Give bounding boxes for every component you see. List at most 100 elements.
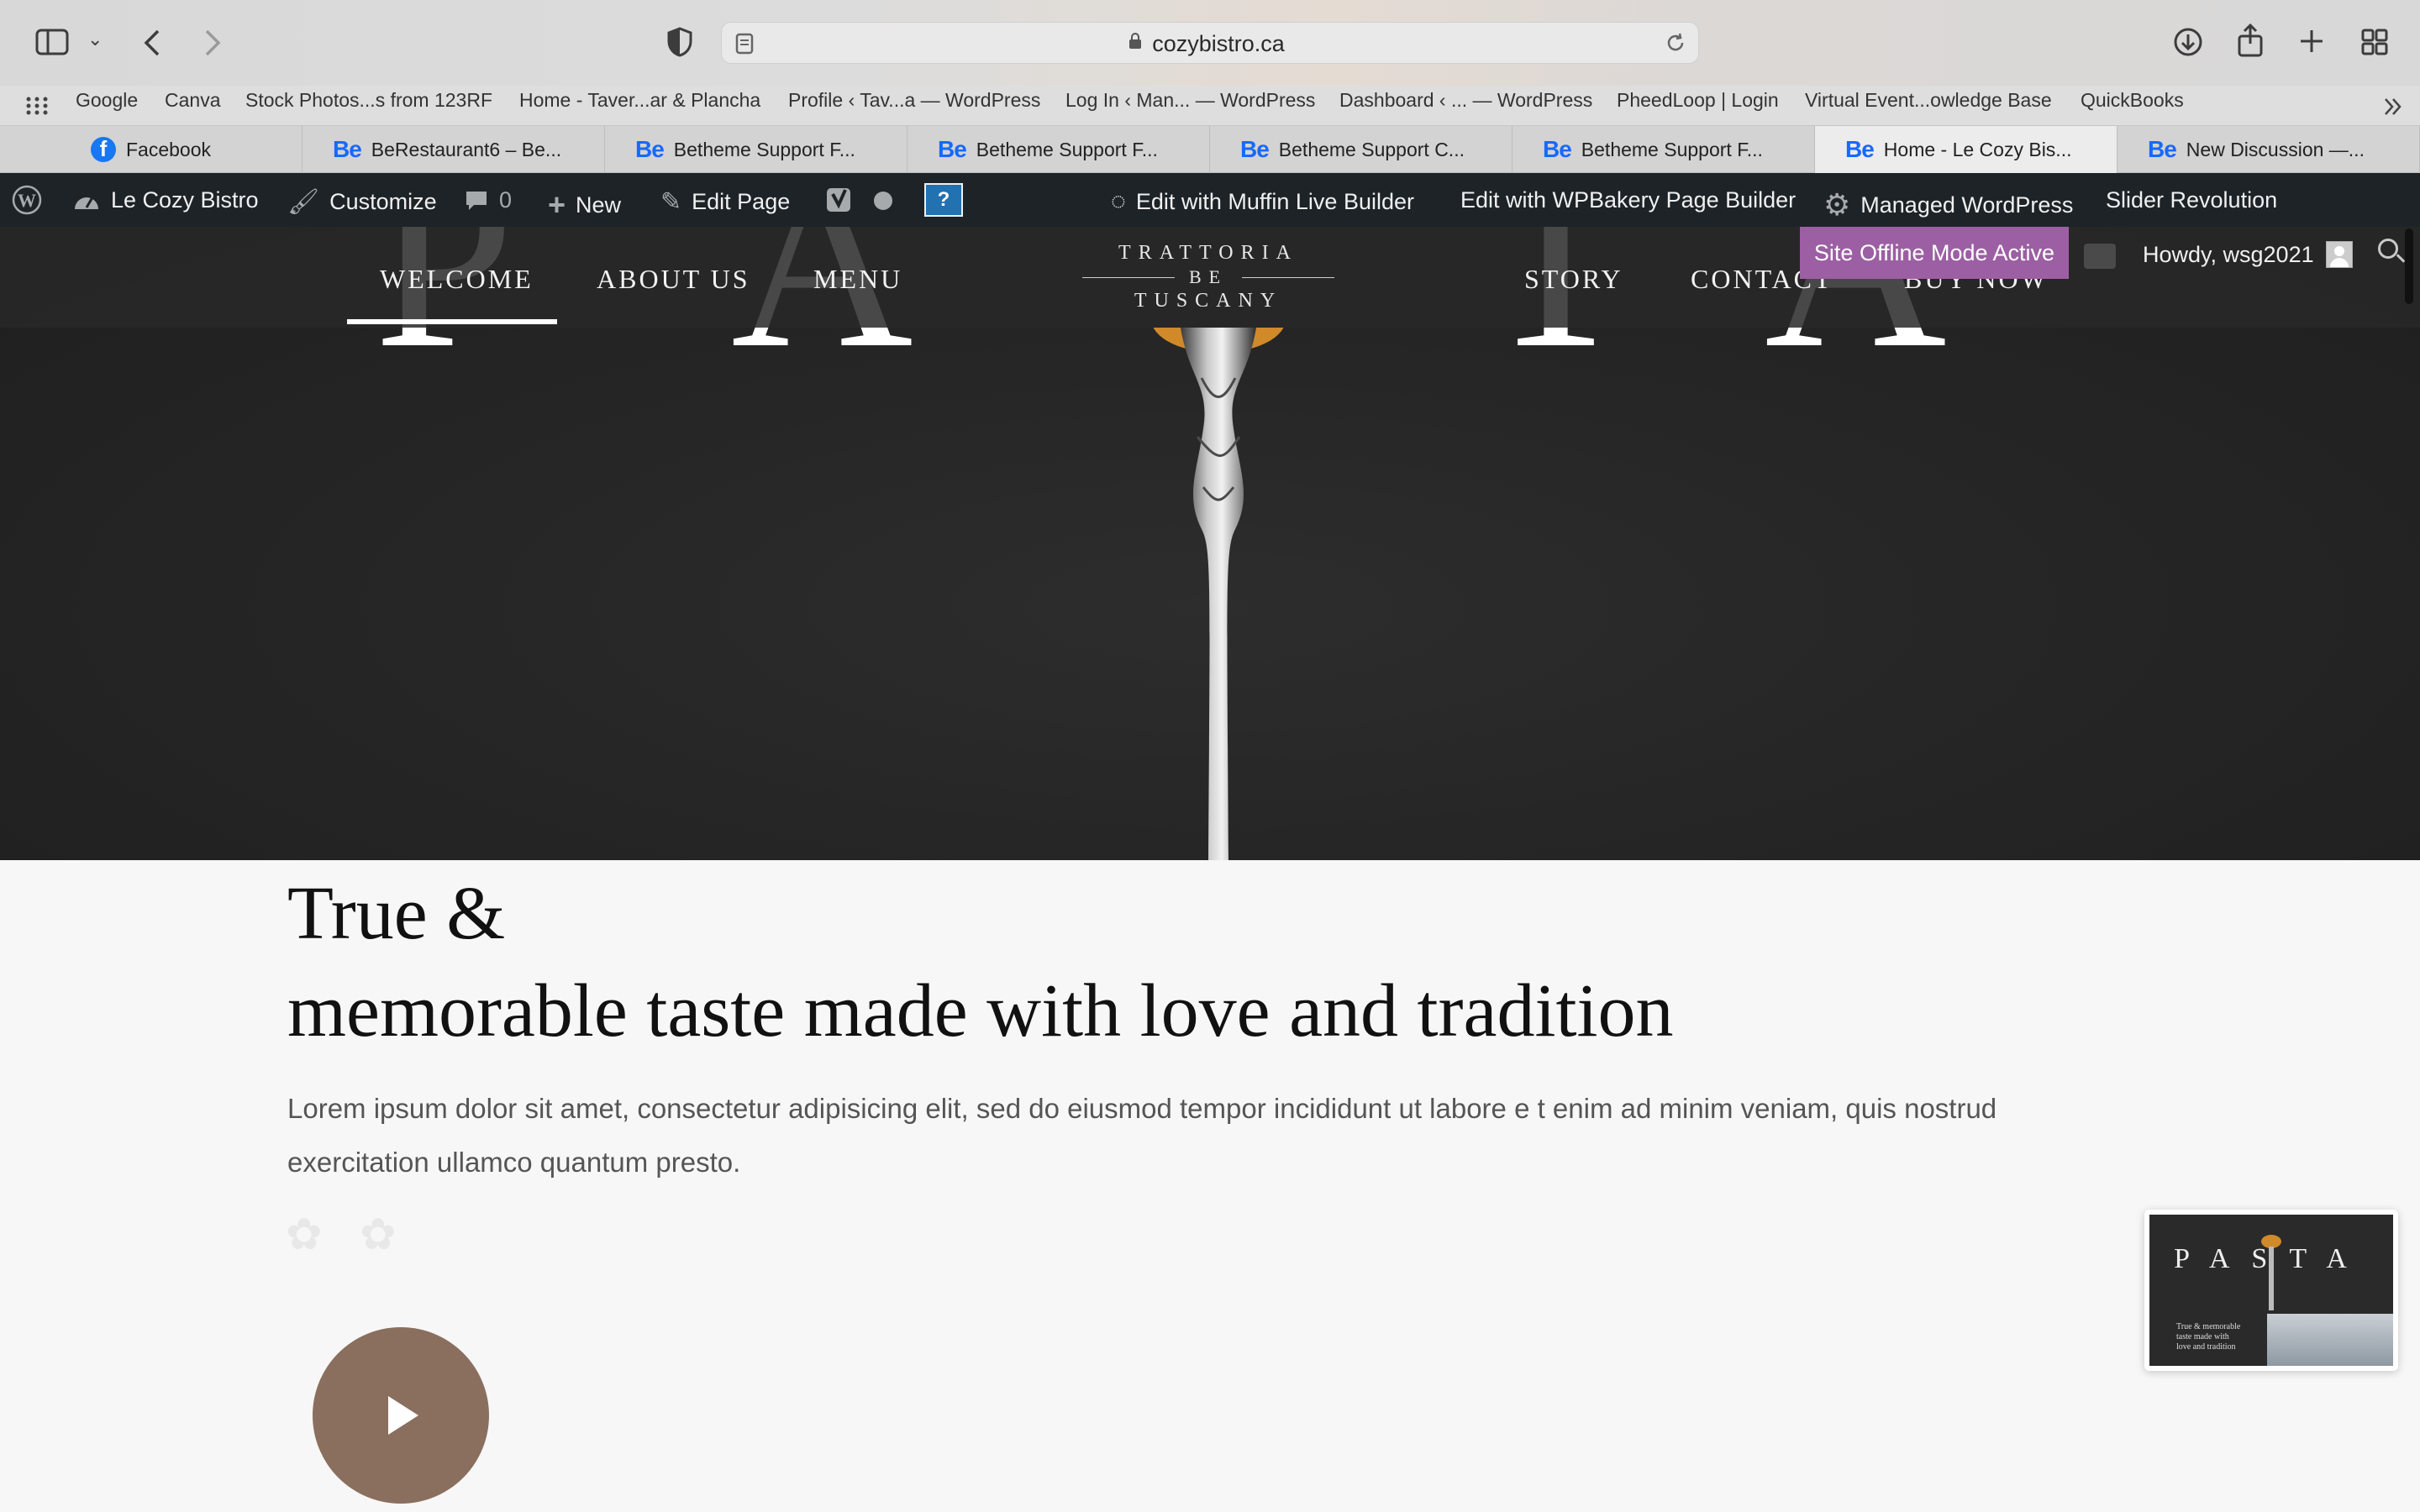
muffin-label: Edit with Muffin Live Builder <box>1135 188 1414 214</box>
nav-about-us[interactable]: ABOUT US <box>597 264 750 295</box>
status-dot[interactable] <box>874 192 892 210</box>
reload-icon[interactable] <box>1665 32 1686 54</box>
back-icon[interactable] <box>143 29 161 57</box>
chevron-down-icon[interactable]: ⌄ <box>87 30 103 49</box>
bookmark-item[interactable]: Virtual Event...owledge Base <box>1805 89 2052 112</box>
browser-tab[interactable]: Be Betheme Support F... <box>1512 126 1815 173</box>
behance-icon: Be <box>635 136 665 162</box>
site-offline-badge[interactable]: Site Offline Mode Active <box>1800 227 2069 279</box>
comments-button[interactable]: 0 <box>464 187 512 213</box>
browser-tab[interactable]: Be New Discussion —... <box>2118 126 2420 173</box>
decorative-flower-icon: ✿ <box>360 1210 397 1259</box>
fork-image <box>1153 328 1284 860</box>
thumbnail-fork-image <box>2261 1235 2281 1310</box>
search-icon[interactable] <box>2378 239 2398 259</box>
more-bookmarks-icon[interactable] <box>2383 97 2403 116</box>
comment-icon <box>466 191 487 210</box>
logo-line-1: TRATTORIA <box>1118 242 1298 264</box>
download-icon[interactable] <box>2173 27 2203 57</box>
privacy-shield-icon[interactable] <box>667 27 692 57</box>
howdy-label: Howdy, wsg2021 <box>2143 241 2314 267</box>
browser-tab[interactable]: Be Betheme Support F... <box>908 126 1210 173</box>
bookmark-item[interactable]: Profile ‹ Tav...a — WordPress <box>788 89 1040 112</box>
nav-story[interactable]: STORY <box>1524 264 1623 295</box>
sidebar-toggle-icon[interactable] <box>35 29 69 55</box>
forward-icon[interactable] <box>203 29 222 57</box>
browser-tab[interactable]: Be Betheme Support C... <box>1210 126 1512 173</box>
logo-line-2: BE <box>1082 266 1334 288</box>
nav-menu[interactable]: MENU <box>813 264 902 295</box>
gear-icon: ⚙ <box>1823 187 1851 222</box>
behance-icon: Be <box>1543 136 1572 162</box>
avatar <box>2325 241 2353 268</box>
wordpress-logo-button[interactable]: W <box>12 185 42 215</box>
tab-label: Betheme Support F... <box>673 138 855 160</box>
slider-label: Slider Revolution <box>2106 187 2278 213</box>
yoast-button[interactable] <box>825 185 855 215</box>
logo-line-3: TUSCANY <box>1134 290 1283 312</box>
tab-bar: f Facebook Be BeRestaurant6 – Be... Be Beth… <box>0 126 2420 173</box>
bookmark-item[interactable]: Home - Taver...ar & Plancha <box>519 89 760 112</box>
new-tab-icon[interactable] <box>2299 29 2324 54</box>
bookmark-item[interactable]: Dashboard ‹ ... — WordPress <box>1339 89 1592 112</box>
tab-label: Home - Le Cozy Bis... <box>1883 138 2072 160</box>
wpbakery-button[interactable]: Edit with WPBakery Page Builder <box>1460 187 1796 213</box>
headline-line-2: memorable taste made with love and tradi… <box>287 969 1674 1053</box>
site-name-button[interactable]: Le Cozy Bistro <box>72 187 259 213</box>
bookmark-item[interactable]: Log In ‹ Man... — WordPress <box>1065 89 1315 112</box>
section-headline: True & memorable taste made with love an… <box>287 865 1674 1060</box>
status-dot-icon <box>874 192 892 210</box>
thumbnail-image <box>2267 1314 2393 1366</box>
pencil-icon: ✎ <box>660 188 682 216</box>
edit-page-label: Edit Page <box>692 189 791 214</box>
browser-tab[interactable]: Be Betheme Support F... <box>605 126 908 173</box>
tab-overview-icon[interactable] <box>2361 29 2388 55</box>
page-preview-thumbnail[interactable]: PASTA True & memorable taste made with l… <box>2144 1210 2398 1371</box>
bookmark-item[interactable]: Stock Photos...s from 123RF <box>245 89 492 112</box>
site-name-label: Le Cozy Bistro <box>111 187 259 213</box>
thumbnail-canvas: PASTA True & memorable taste made with l… <box>2149 1215 2393 1366</box>
apps-grid-icon[interactable] <box>25 96 49 116</box>
comments-count: 0 <box>499 187 513 213</box>
muffin-builder-button[interactable]: ◌ Edit with Muffin Live Builder <box>1111 187 1414 216</box>
facebook-icon: f <box>91 137 116 162</box>
browser-tab[interactable]: f Facebook <box>0 126 302 173</box>
muffin-icon: ◌ <box>1111 187 1126 215</box>
intro-paragraph: Lorem ipsum dolor sit amet, consectetur … <box>287 1093 1997 1178</box>
help-icon: ? <box>924 183 963 217</box>
scrollbar-thumb[interactable] <box>2405 228 2413 304</box>
svg-text:W: W <box>18 190 36 211</box>
new-content-button[interactable]: + New <box>548 187 621 223</box>
address-bar[interactable]: cozybistro.ca <box>721 22 1699 64</box>
behance-icon: Be <box>2148 136 2177 162</box>
thumbnail-text: True & memorable taste made with love an… <box>2176 1322 2241 1352</box>
play-video-button[interactable] <box>313 1327 489 1504</box>
managed-wordpress-button[interactable]: ⚙ Managed WordPress <box>1823 187 2073 223</box>
behance-icon: Be <box>333 136 362 162</box>
tab-label: New Discussion —... <box>2186 138 2365 160</box>
nav-welcome[interactable]: WELCOME <box>380 264 534 295</box>
customize-button[interactable]: 🖌 Customize <box>287 187 437 217</box>
brush-icon: 🖌 <box>287 188 320 216</box>
site-logo[interactable]: TRATTORIA BE TUSCANY <box>1082 242 1334 312</box>
help-button[interactable]: ? <box>924 183 963 217</box>
share-icon[interactable] <box>2237 24 2264 57</box>
bookmark-item[interactable]: QuickBooks <box>2081 89 2184 112</box>
wpbakery-label: Edit with WPBakery Page Builder <box>1460 187 1797 213</box>
browser-tab[interactable]: Be BeRestaurant6 – Be... <box>302 126 605 173</box>
edit-page-button[interactable]: ✎ Edit Page <box>660 187 790 217</box>
slider-revolution-button[interactable]: Slider Revolution <box>2106 187 2277 213</box>
nav-active-indicator <box>347 319 557 324</box>
bookmark-item[interactable]: Canva <box>165 89 220 112</box>
bookmark-item[interactable]: Google <box>76 89 138 112</box>
decorative-flower-icon: ✿ <box>286 1210 323 1259</box>
account-menu[interactable]: Howdy, wsg2021 <box>2143 241 2353 268</box>
customize-label: Customize <box>329 189 437 214</box>
bookmark-item[interactable]: PheedLoop | Login <box>1617 89 1779 112</box>
behance-icon: Be <box>938 136 967 162</box>
notification-icon[interactable] <box>2084 244 2116 269</box>
behance-icon: Be <box>1845 136 1875 162</box>
wordpress-icon: W <box>12 185 42 215</box>
new-label: New <box>576 192 622 218</box>
browser-tab-active[interactable]: Be Home - Le Cozy Bis... <box>1815 126 2118 173</box>
